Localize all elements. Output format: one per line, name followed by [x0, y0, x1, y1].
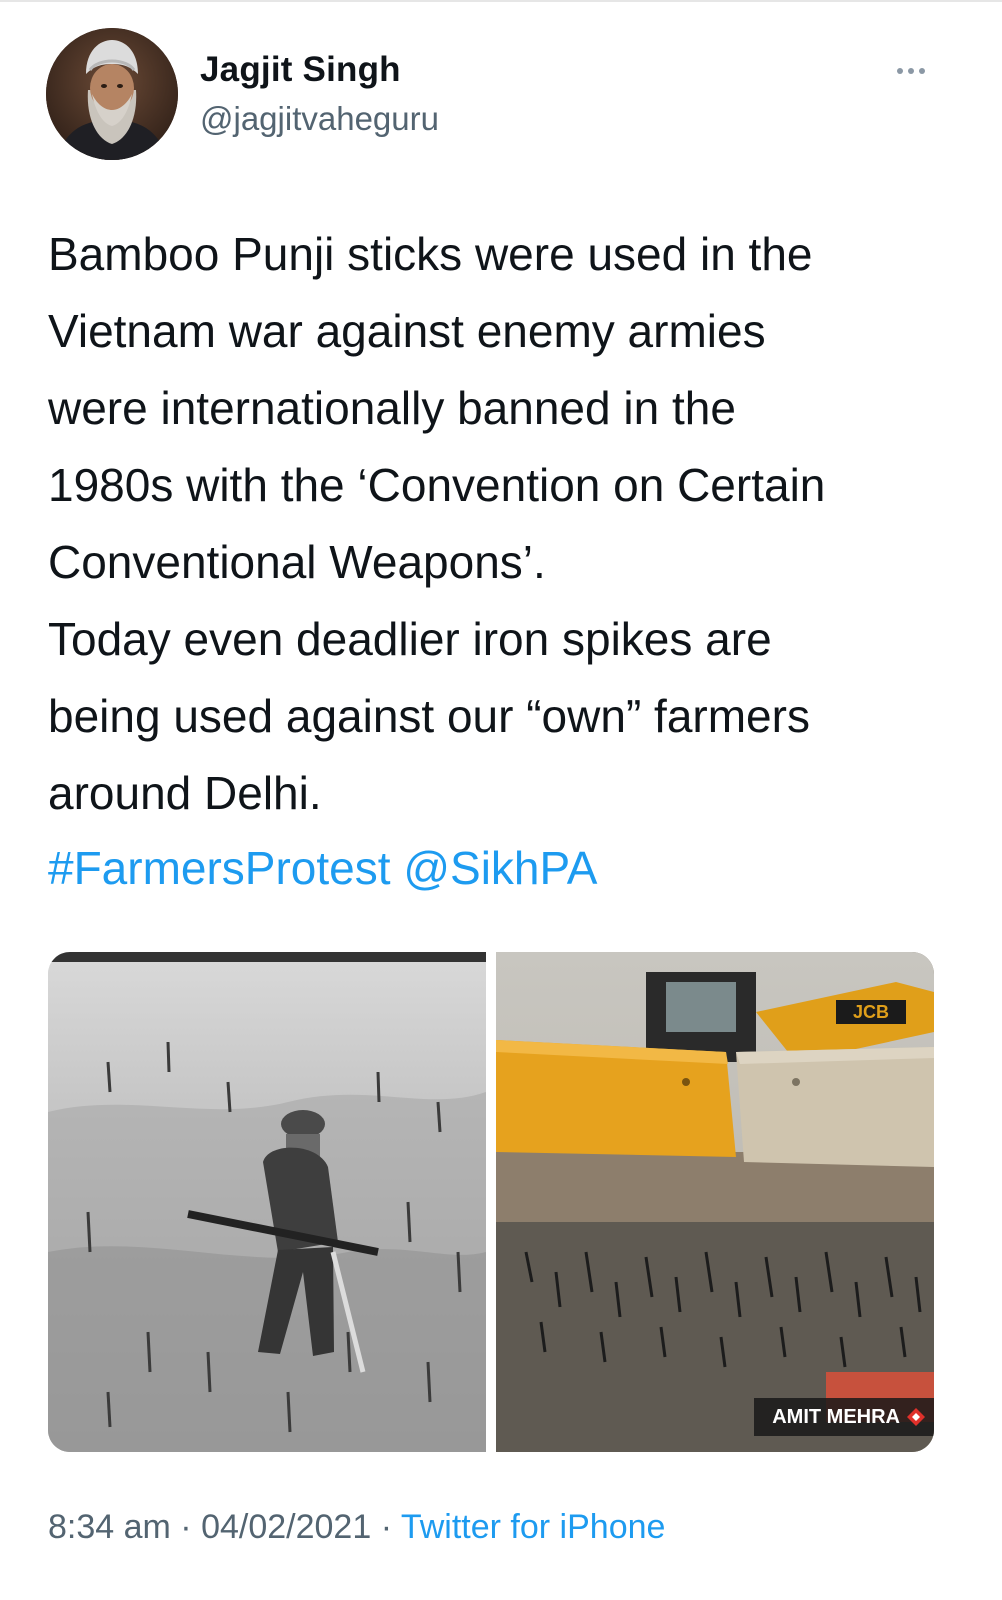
author-handle[interactable]: @jagjitvaheguru: [200, 100, 439, 138]
more-dot: [908, 68, 914, 74]
hashtag-link[interactable]: #FarmersProtest: [48, 842, 391, 894]
photo-credit-label: AMIT MEHRA: [754, 1398, 934, 1436]
meta-separator: ·: [371, 1508, 401, 1546]
meta-separator: ·: [170, 1508, 202, 1546]
tweet-text-line: being used against our “own” farmers: [48, 690, 810, 742]
tweet-text-line: around Delhi.: [48, 767, 322, 819]
mention-link[interactable]: @SikhPA: [403, 842, 597, 894]
tweet-tags: #FarmersProtest @SikhPA: [48, 830, 597, 907]
tweet-text-line: were internationally banned in the: [48, 382, 736, 434]
top-divider: [0, 0, 1002, 2]
photo-credit-text: AMIT MEHRA: [772, 1406, 900, 1428]
tweet-text: Bamboo Punji sticks were used in the Vie…: [48, 216, 978, 832]
tweet-source-link[interactable]: Twitter for iPhone: [401, 1508, 666, 1546]
author-display-name[interactable]: Jagjit Singh: [200, 50, 401, 90]
more-dot: [919, 68, 925, 74]
tweet-text-line: Today even deadlier iron spikes are: [48, 613, 772, 665]
tweet-text-line: Bamboo Punji sticks were used in the: [48, 228, 813, 280]
media-photo-soldier[interactable]: [48, 952, 486, 1452]
tweet-date[interactable]: 04/02/2021: [201, 1508, 371, 1546]
tweet-text-line: Conventional Weapons’.: [48, 536, 546, 588]
media-photo-spikes[interactable]: JCB AMIT MEHRA: [496, 952, 934, 1452]
tweet-text-line: 1980s with the ‘Convention on Certain: [48, 459, 826, 511]
more-options-icon[interactable]: [888, 56, 934, 86]
more-dot: [897, 68, 903, 74]
tweet-text-line: Vietnam war against enemy armies: [48, 305, 766, 357]
red-diamond-logo-icon: [907, 1408, 925, 1426]
soldier-photo-image: [48, 952, 486, 1452]
spikes-photo-image: JCB: [496, 952, 934, 1452]
tweet-meta: 8:34 am · 04/02/2021 · Twitter for iPhon…: [48, 1508, 665, 1547]
tweet-time[interactable]: 8:34 am: [48, 1508, 171, 1546]
media-grid: JCB AMIT MEHRA: [48, 952, 934, 1452]
avatar[interactable]: [46, 28, 178, 160]
jcb-banner: JCB: [853, 1002, 889, 1022]
avatar-image: [46, 28, 178, 160]
